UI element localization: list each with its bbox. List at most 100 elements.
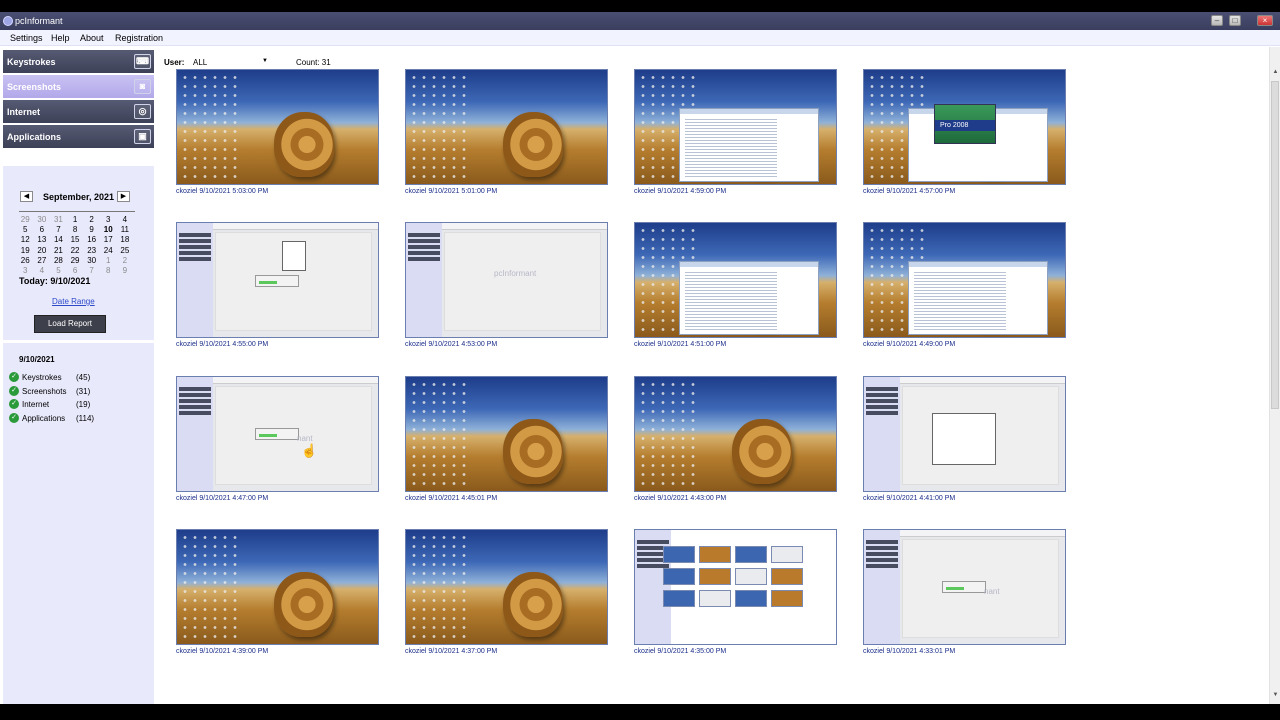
screenshot-thumbnail[interactable]: pcInformant	[405, 222, 608, 338]
load-report-button[interactable]: Load Report	[34, 315, 106, 333]
hay-bale-image	[503, 572, 563, 637]
next-month-button[interactable]: ▶	[117, 191, 130, 202]
scroll-thumb[interactable]	[1271, 81, 1279, 409]
calendar-day[interactable]: 2	[83, 215, 100, 224]
screenshot-thumbnail[interactable]: Pro 2008	[863, 69, 1066, 185]
screenshot-thumbnail[interactable]	[863, 376, 1066, 492]
explorer-window	[679, 261, 819, 335]
scroll-up-icon[interactable]: ▲	[1271, 69, 1280, 79]
app-sidebar	[406, 223, 442, 337]
screenshot-thumbnail[interactable]	[863, 222, 1066, 338]
screenshot-caption: ckoziel 9/10/2021 4:37:00 PM	[405, 648, 498, 655]
calendar-day[interactable]: 22	[67, 246, 84, 255]
screenshot-thumbnail[interactable]	[634, 376, 837, 492]
screenshot-caption: ckoziel 9/10/2021 4:43:00 PM	[634, 495, 727, 502]
menu-registration[interactable]: Registration	[115, 33, 163, 43]
nav-screenshots[interactable]: Screenshots ◙	[3, 75, 154, 98]
close-button[interactable]: ×	[1257, 15, 1273, 26]
calendar-day[interactable]: 1	[67, 215, 84, 224]
menu-settings[interactable]: Settings	[10, 33, 43, 43]
menu-about[interactable]: About	[80, 33, 104, 43]
calendar-day[interactable]: 9	[83, 225, 100, 234]
nav-label: Screenshots	[7, 82, 62, 92]
screenshot-thumbnail[interactable]	[405, 376, 608, 492]
screenshot-thumbnail[interactable]	[405, 529, 608, 645]
app-sidebar	[864, 530, 900, 644]
summary-item-count: (31)	[76, 386, 91, 396]
screenshot-thumbnail[interactable]	[405, 69, 608, 185]
calendar-day[interactable]: 7	[50, 225, 67, 234]
calendar-day[interactable]: 9	[117, 266, 134, 275]
screenshot-thumbnail[interactable]: nant ☝	[176, 376, 379, 492]
sidebar: Keystrokes ⌨ Screenshots ◙ Internet ◎ Applicat…	[0, 47, 155, 704]
calendar-day[interactable]: 28	[50, 256, 67, 265]
screenshot-caption: ckoziel 9/10/2021 4:45:01 PM	[405, 495, 498, 502]
calendar-day[interactable]: 30	[34, 215, 51, 224]
calendar-day[interactable]: 6	[67, 266, 84, 275]
calendar-day[interactable]: 23	[83, 246, 100, 255]
nav-applications[interactable]: Applications ▣	[3, 125, 154, 148]
menu-bar: Settings Help About Registration	[0, 30, 1280, 46]
calendar-day[interactable]: 17	[100, 235, 117, 244]
minimize-button[interactable]: –	[1211, 15, 1223, 26]
calendar-day[interactable]: 20	[34, 246, 51, 255]
calendar-day[interactable]: 31	[50, 215, 67, 224]
screenshot-thumbnail[interactable]	[176, 529, 379, 645]
vertical-scrollbar[interactable]: ▲ ▼	[1269, 47, 1280, 704]
calendar-day[interactable]: 1	[100, 256, 117, 265]
nav-internet[interactable]: Internet ◎	[3, 100, 154, 123]
calendar-day[interactable]: 2	[117, 256, 134, 265]
user-filter-select[interactable]: ALL ▼	[189, 55, 271, 69]
date-range-link[interactable]: Date Range	[52, 297, 95, 306]
calendar-day[interactable]: 24	[100, 246, 117, 255]
calendar-day[interactable]: 5	[17, 225, 34, 234]
screenshot-thumbnail[interactable]	[634, 69, 837, 185]
calendar-day[interactable]: 13	[34, 235, 51, 244]
calendar-day[interactable]: 8	[100, 266, 117, 275]
screenshot-thumbnail[interactable]	[634, 529, 837, 645]
calendar-day[interactable]: 3	[17, 266, 34, 275]
summary-item-count: (114)	[76, 413, 95, 423]
calendar-day[interactable]: 18	[117, 235, 134, 244]
calendar-day[interactable]: 30	[83, 256, 100, 265]
calendar-day[interactable]: 21	[50, 246, 67, 255]
calendar-day[interactable]: 29	[67, 256, 84, 265]
nav-keystrokes[interactable]: Keystrokes ⌨	[3, 50, 154, 73]
check-shield-icon: ✓	[9, 385, 19, 396]
prev-month-button[interactable]: ◀	[20, 191, 33, 202]
summary-item-label: Internet	[22, 400, 50, 409]
calendar-day[interactable]: 27	[34, 256, 51, 265]
calendar-day[interactable]: 3	[100, 215, 117, 224]
screenshot-thumbnail[interactable]	[176, 222, 379, 338]
calendar-day[interactable]: 7	[83, 266, 100, 275]
calendar-day[interactable]: 8	[67, 225, 84, 234]
keyboard-icon: ⌨	[134, 54, 151, 69]
calendar-day[interactable]: 16	[83, 235, 100, 244]
maximize-button[interactable]: □	[1229, 15, 1241, 26]
progress-dialog	[255, 275, 299, 287]
calendar-today-link[interactable]: Today: 9/10/2021	[19, 276, 90, 286]
calendar-day[interactable]: 5	[50, 266, 67, 275]
calendar-day[interactable]: 12	[17, 235, 34, 244]
calendar-day[interactable]: 11	[117, 225, 134, 234]
calendar-day[interactable]: 19	[17, 246, 34, 255]
dialog-window	[932, 413, 996, 465]
summary-item-count: (19)	[76, 400, 91, 409]
calendar-day[interactable]: 4	[34, 266, 51, 275]
screenshot-thumbnail[interactable]	[176, 69, 379, 185]
screenshots-view: User: ALL ▼ Count: 31 ckoziel 9/10/2021 …	[155, 47, 1269, 704]
calendar-day[interactable]: 26	[17, 256, 34, 265]
app-logo-icon	[3, 16, 13, 26]
calendar-day[interactable]: 25	[117, 246, 134, 255]
screenshot-thumbnail[interactable]: nant	[863, 529, 1066, 645]
calendar-day[interactable]: 4	[117, 215, 134, 224]
calendar-day[interactable]: 14	[50, 235, 67, 244]
calendar-day[interactable]: 29	[17, 215, 34, 224]
menu-help[interactable]: Help	[51, 33, 70, 43]
calendar-day[interactable]: 6	[34, 225, 51, 234]
scroll-down-icon[interactable]: ▼	[1271, 692, 1280, 702]
calendar-day[interactable]: 15	[67, 235, 84, 244]
screenshot-thumbnail[interactable]	[634, 222, 837, 338]
screenshot-caption: ckoziel 9/10/2021 4:35:00 PM	[634, 648, 727, 655]
calendar-day[interactable]: 10	[100, 225, 117, 234]
